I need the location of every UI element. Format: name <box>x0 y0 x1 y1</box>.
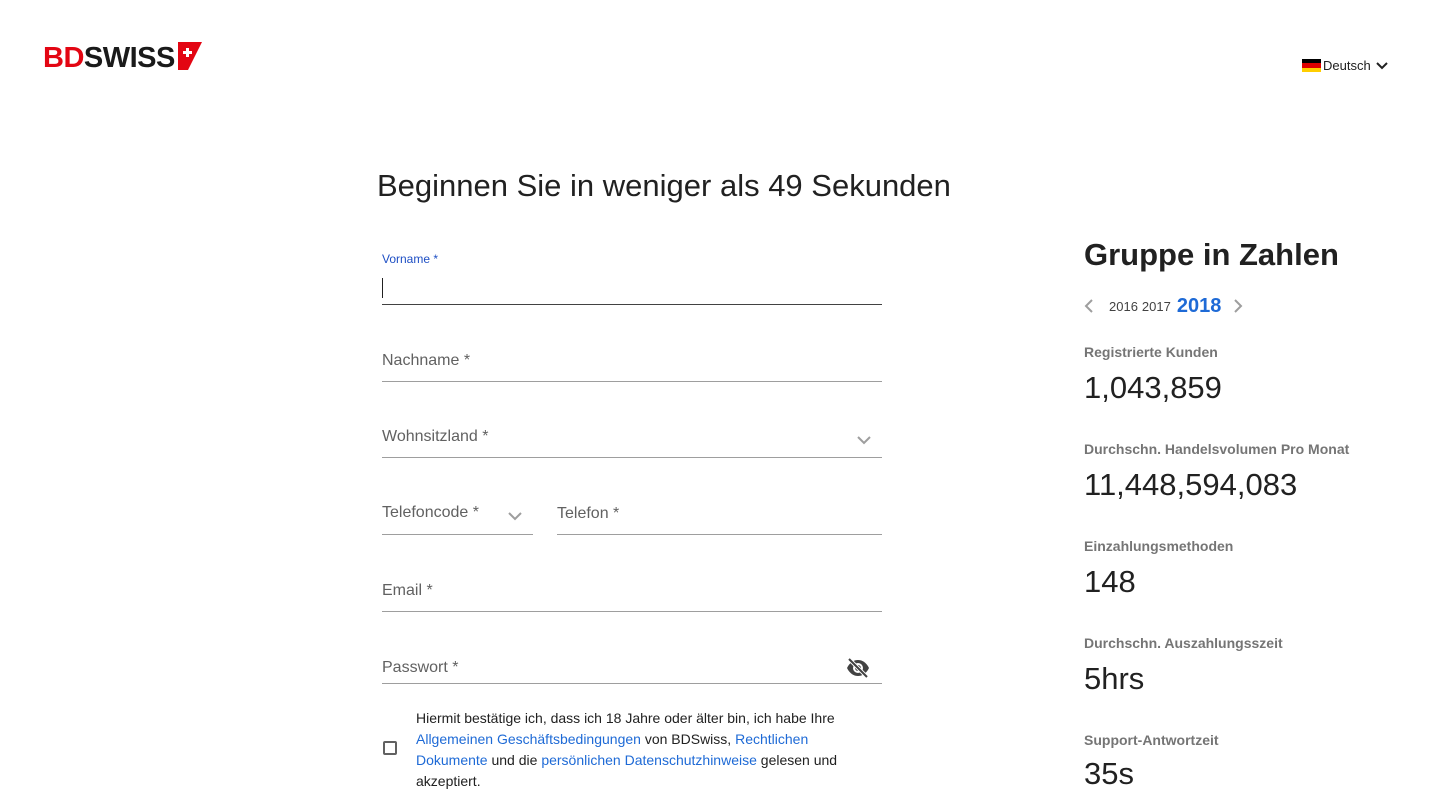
text-caret <box>382 278 383 298</box>
year-2016[interactable]: 2016 <box>1109 299 1138 314</box>
terms-checkbox[interactable] <box>383 741 397 755</box>
last-name-label: Nachname * <box>382 352 471 369</box>
language-label: Deutsch <box>1323 58 1371 73</box>
stat-label: Registrierte Kunden <box>1084 344 1218 360</box>
terms-link[interactable]: Allgemeinen Geschäftsbedingungen <box>416 731 641 747</box>
country-label: Wohnsitzland * <box>382 428 489 445</box>
bdswiss-logo[interactable]: BD SWISS <box>43 42 202 74</box>
stat-label: Durchschn. Handelsvolumen Pro Monat <box>1084 441 1350 457</box>
chevron-down-icon <box>1375 61 1388 69</box>
stat-label: Einzahlungsmethoden <box>1084 538 1234 554</box>
page-title: Beginnen Sie in weniger als 49 Sekunden <box>377 168 951 203</box>
language-selector[interactable]: Deutsch <box>1302 58 1389 73</box>
chevron-down-icon <box>857 436 871 445</box>
german-flag-icon <box>1302 58 1321 73</box>
swiss-flag-icon <box>177 42 202 70</box>
stat-value: 148 <box>1084 564 1136 599</box>
first-name-field[interactable] <box>382 254 882 305</box>
stat-value: 35s <box>1084 756 1134 791</box>
eye-off-icon[interactable] <box>846 657 870 679</box>
terms-text-1: Hiermit bestätige ich, dass ich 18 Jahre… <box>416 710 835 726</box>
terms-text: Hiermit bestätige ich, dass ich 18 Jahre… <box>416 708 856 792</box>
logo-bd-text: BD <box>43 42 84 74</box>
email-field[interactable] <box>382 570 882 612</box>
stat-value: 5hrs <box>1084 661 1145 696</box>
terms-text-3: und die <box>487 752 542 768</box>
stat-label: Durchschn. Auszahlungsszeit <box>1084 635 1283 651</box>
year-2017[interactable]: 2017 <box>1142 299 1171 314</box>
chevron-left-icon[interactable] <box>1082 299 1096 313</box>
stat-label: Support-Antwortzeit <box>1084 732 1219 748</box>
stats-title: Gruppe in Zahlen <box>1084 237 1339 272</box>
phone-label: Telefon * <box>557 505 620 522</box>
year-navigation: 2016 2017 2018 <box>1082 294 1245 318</box>
stat-value: 1,043,859 <box>1084 370 1222 405</box>
phone-code-label: Telefoncode * <box>382 504 479 521</box>
email-label: Email * <box>382 582 433 599</box>
chevron-down-icon <box>508 512 522 521</box>
privacy-link[interactable]: persönlichen Datenschutzhinweise <box>541 752 757 768</box>
terms-text-2: von BDSwiss, <box>640 731 736 747</box>
year-2018[interactable]: 2018 <box>1177 295 1222 318</box>
logo-swiss-text: SWISS <box>83 42 175 74</box>
password-label: Passwort * <box>382 659 459 676</box>
stat-value: 11,448,594,083 <box>1084 467 1298 502</box>
chevron-right-icon[interactable] <box>1231 299 1245 313</box>
